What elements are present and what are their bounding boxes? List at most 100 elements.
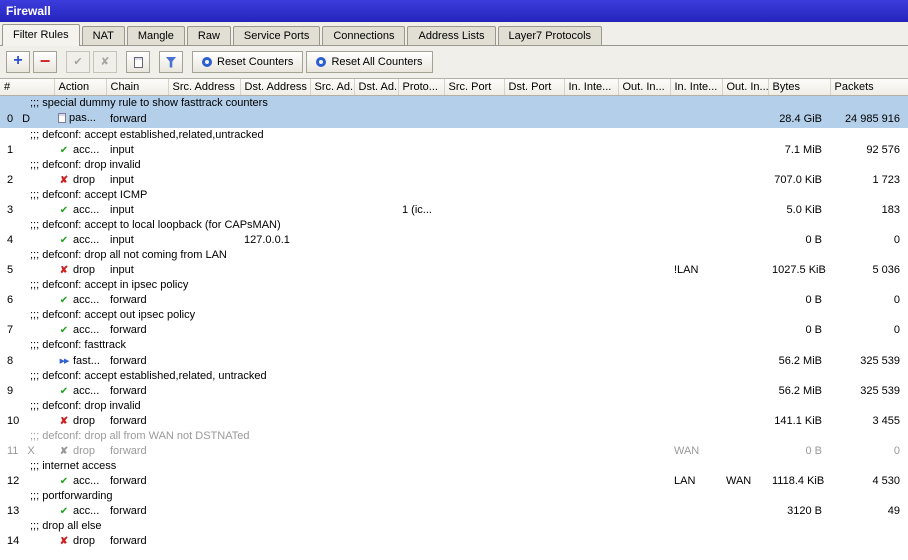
column-header-14[interactable]: Bytes	[768, 79, 831, 96]
column-header-0[interactable]: #	[0, 79, 55, 96]
cell-src-port	[444, 293, 504, 308]
cell-dst-address	[240, 504, 310, 519]
cell-in-interface-list	[670, 353, 722, 369]
cell-in-interface-list	[670, 143, 722, 158]
column-header-12[interactable]: In. Inte...	[670, 79, 723, 96]
cell-src-address	[168, 414, 240, 429]
cell-out-interface-list	[722, 263, 768, 278]
remove-rule-button[interactable]: −	[33, 51, 57, 73]
column-header-4[interactable]: Dst. Address	[240, 79, 311, 96]
accept-icon: ✔	[59, 325, 69, 336]
rule-row[interactable]: 13 ✔ acc... forward 3120 B 49	[0, 504, 908, 519]
filter-button[interactable]	[159, 51, 183, 73]
comment-row[interactable]: ;;; defconf: accept in ipsec policy	[0, 278, 908, 293]
reset-counters-button[interactable]: Reset Counters	[192, 51, 304, 73]
cell-bytes: 707.0 KiB	[774, 174, 822, 186]
rule-row[interactable]: 0 Dpas... forward 28.4 GiB 24 985 916	[0, 110, 908, 128]
column-header-1[interactable]: Action	[54, 79, 107, 96]
cell-number: 12	[0, 474, 54, 489]
copy-rule-button[interactable]	[126, 51, 150, 73]
rule-row[interactable]: 2 ✘ drop input 707.0 KiB 1 723	[0, 173, 908, 188]
tab-mangle[interactable]: Mangle	[126, 26, 185, 45]
cell-dst-port	[504, 414, 564, 429]
column-header-3[interactable]: Src. Address	[168, 79, 241, 96]
cell-in-interface	[564, 353, 618, 369]
disable-rule-button[interactable]: ✘	[93, 51, 117, 73]
cell-packets	[830, 534, 908, 549]
cell-out-interface-list	[722, 110, 768, 128]
drop-icon: ✘	[59, 416, 69, 427]
rule-row[interactable]: 7 ✔ acc... forward 0 B 0	[0, 323, 908, 338]
cell-src-port	[444, 474, 504, 489]
cell-packets: 5 036	[872, 264, 900, 276]
column-header-13[interactable]: Out. In...	[722, 79, 769, 96]
column-header-11[interactable]: Out. In...	[618, 79, 671, 96]
cell-out-interface-list	[722, 323, 768, 338]
comment-row[interactable]: ;;; defconf: drop invalid	[0, 399, 908, 414]
rule-row[interactable]: 4 ✔ acc... input 127.0.0.1 0 B 0	[0, 233, 908, 248]
cell-number: 0D	[0, 110, 54, 128]
comment-row[interactable]: ;;; defconf: accept ICMP	[0, 188, 908, 203]
cell-bytes: 56.2 MiB	[778, 354, 822, 367]
comment-row[interactable]: ;;; portforwarding	[0, 489, 908, 504]
rule-row[interactable]: 14 ✘ drop forward	[0, 534, 908, 549]
column-header-10[interactable]: In. Inte...	[564, 79, 619, 96]
comment-row[interactable]: ;;; drop all else	[0, 519, 908, 534]
window-titlebar[interactable]: Firewall	[0, 0, 908, 22]
column-header-15[interactable]: Packets	[830, 79, 908, 96]
cell-dst-address	[240, 110, 310, 128]
rule-row[interactable]: 10 ✘ drop forward 141.1 KiB 3 455	[0, 414, 908, 429]
comment-row[interactable]: ;;; defconf: drop all not coming from LA…	[0, 248, 908, 263]
comment-row[interactable]: ;;; defconf: accept established,related,…	[0, 128, 908, 143]
cell-in-interface-list: !LAN	[674, 264, 699, 276]
tab-layer7-protocols[interactable]: Layer7 Protocols	[497, 26, 603, 45]
tab-filter-rules[interactable]: Filter Rules	[2, 24, 80, 46]
column-header-2[interactable]: Chain	[106, 79, 169, 96]
comment-row[interactable]: ;;; defconf: drop invalid	[0, 158, 908, 173]
cell-dst-address	[240, 143, 310, 158]
rule-row[interactable]: 3 ✔ acc... input 1 (ic... 5.0 KiB 183	[0, 203, 908, 218]
cell-in-interface	[564, 233, 618, 248]
tab-service-ports[interactable]: Service Ports	[232, 26, 321, 45]
cell-dst-address	[240, 384, 310, 399]
enable-rule-button[interactable]: ✔	[66, 51, 90, 73]
cell-action: ✘ drop	[54, 534, 106, 549]
drop-icon: ✘	[59, 265, 69, 276]
comment-row[interactable]: ;;; internet access	[0, 459, 908, 474]
rule-row[interactable]: 11 X ✘ drop forward WAN 0 B 0	[0, 444, 908, 459]
column-header-6[interactable]: Dst. Ad...	[354, 79, 399, 96]
comment-row[interactable]: ;;; defconf: drop all from WAN not DSTNA…	[0, 429, 908, 444]
cell-src-port	[444, 143, 504, 158]
comment-row[interactable]: ;;; special dummy rule to show fasttrack…	[0, 95, 908, 111]
rule-number: 3	[7, 204, 14, 216]
rule-row[interactable]: 6 ✔ acc... forward 0 B 0	[0, 293, 908, 308]
rule-row[interactable]: 1 ✔ acc... input 7.1 MiB 92 576	[0, 143, 908, 158]
tab-raw[interactable]: Raw	[186, 26, 231, 45]
comment-row[interactable]: ;;; defconf: accept established,related,…	[0, 369, 908, 384]
cell-chain: input	[110, 174, 134, 186]
tab-connections[interactable]: Connections	[322, 26, 406, 45]
cell-number: 13	[0, 504, 54, 519]
cell-out-interface-list	[722, 444, 768, 459]
rule-number: 2	[7, 174, 14, 186]
rule-row[interactable]: 5 ✘ drop input !LAN 1027.5 KiB 5 036	[0, 263, 908, 278]
cell-out-interface-list	[722, 414, 768, 429]
cell-src-adr-list	[310, 323, 354, 338]
rule-row[interactable]: 9 ✔ acc... forward 56.2 MiB 325 539	[0, 384, 908, 399]
add-rule-button[interactable]: +	[6, 51, 30, 73]
comment-row[interactable]: ;;; defconf: accept to local loopback (f…	[0, 218, 908, 233]
tab-nat[interactable]: NAT	[81, 26, 125, 45]
accept-icon: ✔	[59, 295, 69, 306]
comment-row[interactable]: ;;; defconf: accept out ipsec policy	[0, 308, 908, 323]
column-header-5[interactable]: Src. Ad...	[310, 79, 355, 96]
tab-address-lists[interactable]: Address Lists	[407, 26, 496, 45]
rule-row[interactable]: 12 ✔ acc... forward LAN WAN 1118.4 KiB 4 530	[0, 474, 908, 489]
reset-all-counters-button[interactable]: Reset All Counters	[306, 51, 433, 73]
rule-number: 0	[7, 112, 14, 125]
rule-row[interactable]: 8 ▶▶ fast... forward 56.2 MiB 325 539	[0, 353, 908, 369]
column-header-7[interactable]: Proto...	[398, 79, 445, 96]
column-header-9[interactable]: Dst. Port	[504, 79, 565, 96]
action-label: acc...	[73, 144, 100, 156]
column-header-8[interactable]: Src. Port	[444, 79, 505, 96]
comment-row[interactable]: ;;; defconf: fasttrack	[0, 338, 908, 353]
